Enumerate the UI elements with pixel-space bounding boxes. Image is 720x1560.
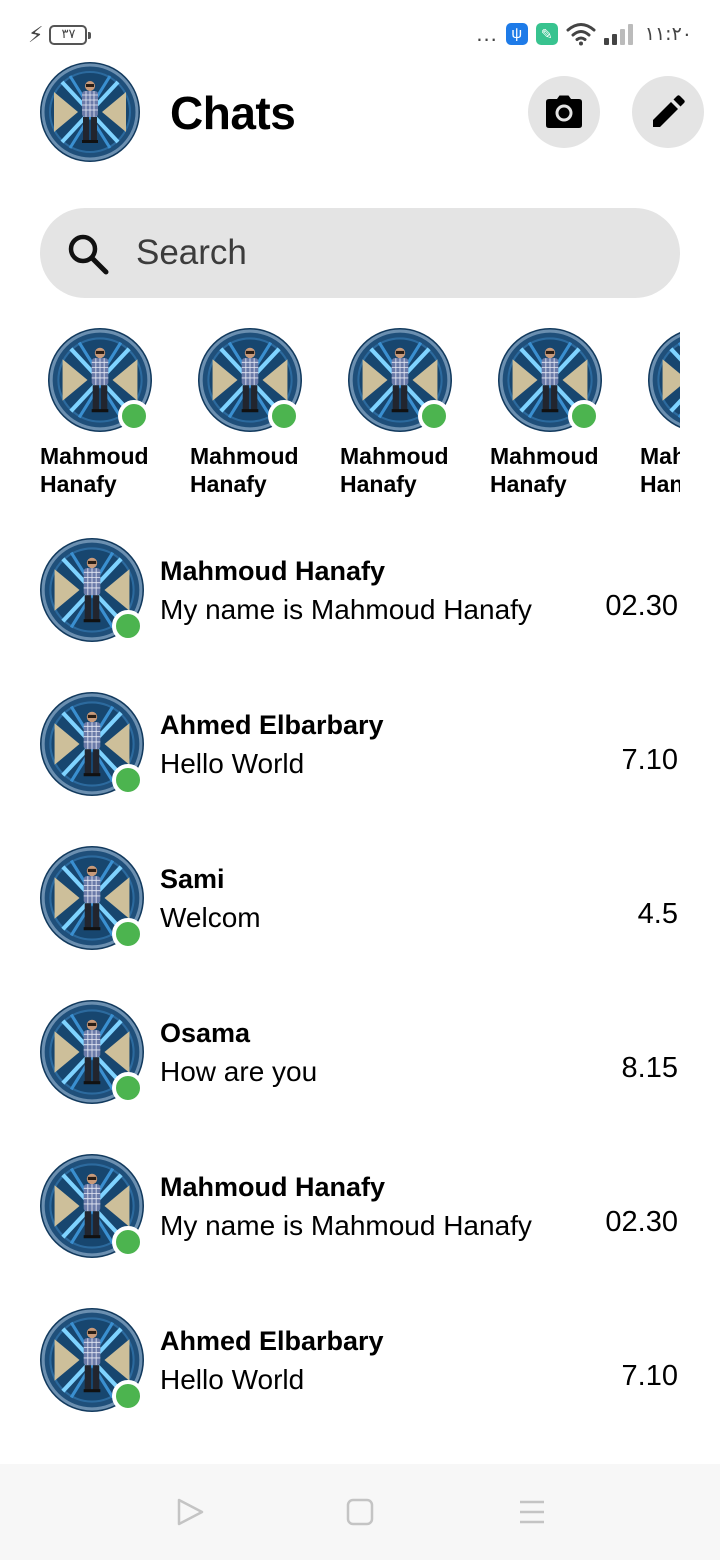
camera-button[interactable] [528, 76, 600, 148]
chat-last-message: Welcom [160, 902, 261, 933]
story-avatar [648, 328, 680, 432]
wifi-icon [566, 23, 596, 46]
square-home-icon [346, 1498, 374, 1526]
story-avatar [348, 328, 452, 432]
story-name: Mahmoud Hanafy [190, 442, 299, 498]
avatar-image [648, 328, 680, 432]
online-indicator [112, 918, 144, 950]
chat-name: Sami [160, 864, 225, 894]
chat-row[interactable]: Sami Welcom 4.5 [0, 844, 720, 954]
chat-time: 02.30 [605, 1206, 678, 1238]
online-indicator [112, 1072, 144, 1104]
header: Chats [0, 60, 720, 164]
story-last-name: Hanafy [490, 471, 567, 497]
story-avatar [48, 328, 152, 432]
chat-row[interactable]: Mahmoud Hanafy My name is Mahmoud Hanafy… [0, 536, 720, 646]
online-indicator [112, 1380, 144, 1412]
status-time: ١١:٢٠ [644, 23, 692, 45]
chat-time: 7.10 [621, 744, 678, 776]
chat-last-message: My name is Mahmoud Hanafy [160, 1210, 532, 1241]
chat-last-message: Hello World [160, 748, 305, 779]
home-button[interactable] [340, 1492, 380, 1532]
chat-name: Mahmoud Hanafy [160, 556, 386, 586]
chat-time: 7.10 [621, 1360, 678, 1392]
online-indicator [112, 610, 144, 642]
story-name: Mahmoud Hanafy [340, 442, 449, 498]
story-last-name: Hanafy [190, 471, 267, 497]
profile-avatar[interactable] [40, 62, 140, 162]
online-indicator [418, 400, 450, 432]
chat-name: Osama [160, 1018, 251, 1048]
story-first-name: Mahmoud [640, 443, 680, 469]
pencil-icon [653, 95, 685, 127]
story-first-name: Mahmoud [190, 443, 299, 469]
charging-icon: ⚡ [28, 22, 44, 47]
chat-last-message: My name is Mahmoud Hanafy [160, 594, 532, 625]
chat-avatar [40, 1308, 144, 1412]
chat-avatar [40, 1154, 144, 1258]
search-input[interactable] [136, 228, 656, 278]
story-name: Mahmoud Hanafy [640, 442, 680, 498]
chat-name: Ahmed Elbarbary [160, 710, 384, 740]
chats-screen: ⚡ ٣٧ ... ψ ✎ ١١:٢٠ Chats Search Mahmoud … [0, 0, 720, 1560]
story-first-name: Mahmoud [490, 443, 599, 469]
story-avatar [198, 328, 302, 432]
online-indicator [112, 1226, 144, 1258]
signal-icon [603, 23, 633, 45]
page-title: Chats [170, 87, 296, 139]
story-last-name: Hanafy [340, 471, 417, 497]
status-left: ⚡ ٣٧ [28, 22, 92, 47]
system-nav-bar [0, 1464, 720, 1560]
chat-avatar [40, 692, 144, 796]
app-notification-icon: ✎ [535, 23, 558, 45]
chat-time: 4.5 [637, 898, 678, 930]
chat-last-message: Hello World [160, 1364, 305, 1395]
online-indicator [568, 400, 600, 432]
online-indicator [118, 400, 150, 432]
online-indicator [112, 764, 144, 796]
status-right: ... ψ ✎ ١١:٢٠ [476, 22, 692, 46]
story-name: Mahmoud Hanafy [40, 442, 149, 498]
chat-row[interactable]: Mahmoud Hanafy My name is Mahmoud Hanafy… [0, 1152, 720, 1262]
chat-row[interactable]: Ahmed Elbarbary Hello World 7.10 [0, 690, 720, 800]
chat-name: Ahmed Elbarbary [160, 1326, 384, 1356]
new-message-button[interactable] [632, 76, 704, 148]
chat-row[interactable]: Ahmed Elbarbary Hello World 7.10 [0, 1306, 720, 1416]
story-last-name: Hanafy [640, 471, 680, 497]
chat-time: 8.15 [621, 1052, 678, 1084]
camera-icon [546, 95, 582, 128]
avatar-image [40, 62, 140, 162]
story-name: Mahmoud Hanafy [490, 442, 599, 498]
story-last-name: Hanafy [40, 471, 117, 497]
story-avatar [498, 328, 602, 432]
battery-icon: ٣٧ [49, 25, 92, 45]
triangle-back-icon [177, 1498, 204, 1526]
chat-row[interactable]: Osama How are you 8.15 [0, 998, 720, 1108]
search-icon [68, 234, 109, 275]
chat-avatar [40, 1000, 144, 1104]
chat-last-message: How are you [160, 1056, 318, 1087]
story-first-name: Mahmoud [40, 443, 149, 469]
back-button[interactable] [170, 1492, 210, 1532]
usb-icon: ψ [505, 23, 528, 45]
chat-time: 02.30 [605, 590, 678, 622]
chat-avatar [40, 846, 144, 950]
search-bar[interactable] [40, 208, 680, 298]
story-first-name: Mahmoud [340, 443, 449, 469]
recents-button[interactable] [512, 1492, 552, 1532]
active-users-row: Mahmoud Hanafy Mahmoud Hanafy Mahmoud Ha… [40, 326, 680, 506]
chat-name: Mahmoud Hanafy [160, 1172, 386, 1202]
chat-avatar [40, 538, 144, 642]
online-indicator [268, 400, 300, 432]
menu-lines-icon [520, 1500, 544, 1524]
more-notifications-icon: ... [476, 21, 498, 46]
